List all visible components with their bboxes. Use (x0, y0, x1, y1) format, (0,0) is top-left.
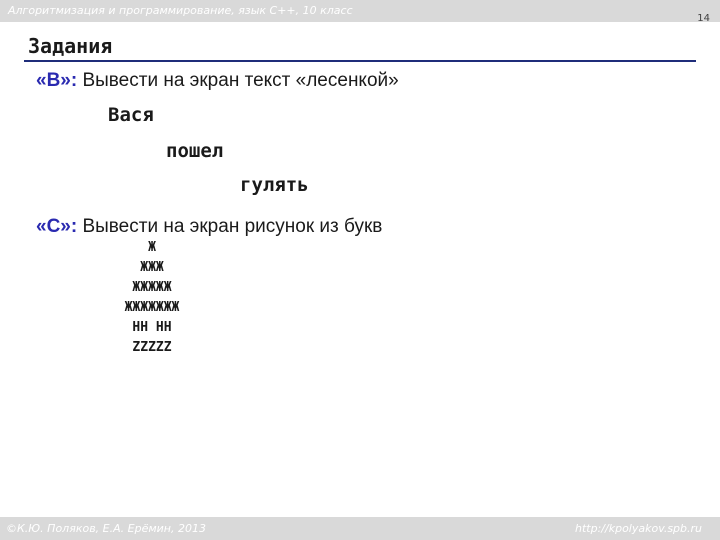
figure-line: ЖЖЖ (140, 260, 164, 275)
figure-line: HH HH (132, 320, 172, 335)
figure-line: ZZZZZ (132, 340, 172, 355)
page-number: 14 (697, 13, 710, 24)
task-b: «B»: Вывести на экран текст «лесенкой» (36, 70, 399, 92)
task-c: «C»: Вывести на экран рисунок из букв (36, 216, 382, 238)
site-link[interactable]: http://kpolyakov.spb.ru (575, 522, 702, 535)
task-c-label: «C»: (36, 216, 78, 237)
stair-line-1: Вася (108, 104, 154, 126)
slide-title: Задания (28, 34, 113, 58)
figure-line: ЖЖЖЖЖ (132, 280, 172, 295)
task-b-label: «B»: (36, 70, 78, 91)
figure-line: ЖЖЖЖЖЖЖ (124, 300, 180, 315)
slide-footer-bar: ©К.Ю. Поляков, Е.А. Ерёмин, 2013 http://… (0, 517, 720, 540)
task-c-text: Вывести на экран рисунок из букв (77, 216, 383, 237)
author-credit: ©К.Ю. Поляков, Е.А. Ерёмин, 2013 (6, 522, 206, 535)
slide-header-bar: Алгоритмизация и программирование, язык … (0, 0, 720, 22)
course-title: Алгоритмизация и программирование, язык … (8, 4, 353, 17)
figure-line: Ж (148, 240, 156, 255)
stair-line-2: пошел (166, 140, 224, 162)
title-underline (24, 60, 696, 62)
stair-line-3: гулять (240, 174, 309, 196)
letter-figure: Ж ЖЖЖ ЖЖЖЖЖ ЖЖЖЖЖЖЖ HH HH ZZZZZ (108, 238, 196, 358)
task-b-text: Вывести на экран текст «лесенкой» (77, 70, 399, 91)
